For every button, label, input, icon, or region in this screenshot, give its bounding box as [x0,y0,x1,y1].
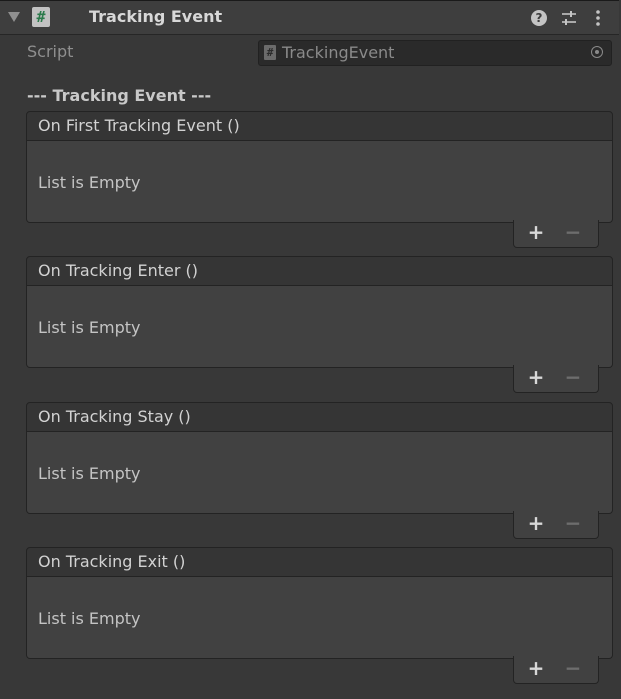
empty-list-text: List is Empty [38,609,141,628]
add-button[interactable]: + [526,367,546,387]
add-button[interactable]: + [526,658,546,678]
empty-list-text: List is Empty [38,173,141,192]
event-header: On Tracking Stay () [26,402,613,432]
help-icon[interactable]: ? [531,10,547,26]
empty-list-text: List is Empty [38,464,141,483]
object-picker-icon[interactable] [591,46,603,58]
event-header: On First Tracking Event () [26,111,613,141]
event-tracking-enter: On Tracking Enter () List is Empty + − [26,256,613,393]
component-header[interactable]: # Tracking Event ? [0,0,619,35]
add-button[interactable]: + [526,513,546,533]
script-label: Script [27,42,74,61]
event-tracking-stay: On Tracking Stay () List is Empty + − [26,402,613,539]
add-button[interactable]: + [526,222,546,242]
remove-button[interactable]: − [563,513,583,533]
event-label: On Tracking Enter () [38,261,199,280]
presets-icon[interactable] [561,10,577,26]
event-list-body: List is Empty [26,577,613,659]
list-footer: + − [513,511,599,539]
list-footer: + − [513,220,599,248]
event-tracking-exit: On Tracking Exit () List is Empty + − [26,547,613,684]
event-list-body: List is Empty [26,286,613,368]
inspector-panel: # Tracking Event ? Script # TrackingEven… [0,0,621,699]
script-file-icon: # [264,45,276,60]
event-header: On Tracking Enter () [26,256,613,286]
event-first-tracking: On First Tracking Event () List is Empty… [26,111,613,248]
remove-button[interactable]: − [563,367,583,387]
list-footer: + − [513,656,599,684]
event-header: On Tracking Exit () [26,547,613,577]
event-label: On Tracking Stay () [38,407,191,426]
script-icon: # [32,7,50,27]
remove-button[interactable]: − [563,222,583,242]
event-label: On Tracking Exit () [38,552,186,571]
section-header: --- Tracking Event --- [27,86,212,105]
event-list-body: List is Empty [26,432,613,514]
event-label: On First Tracking Event () [38,116,240,135]
script-field[interactable]: # TrackingEvent [258,40,612,66]
event-list-body: List is Empty [26,141,613,223]
remove-button[interactable]: − [563,658,583,678]
component-title: Tracking Event [89,7,223,26]
script-field-value: TrackingEvent [282,43,395,62]
more-icon[interactable] [592,9,604,27]
list-footer: + − [513,365,599,393]
empty-list-text: List is Empty [38,318,141,337]
foldout-arrow-icon[interactable] [8,12,20,22]
